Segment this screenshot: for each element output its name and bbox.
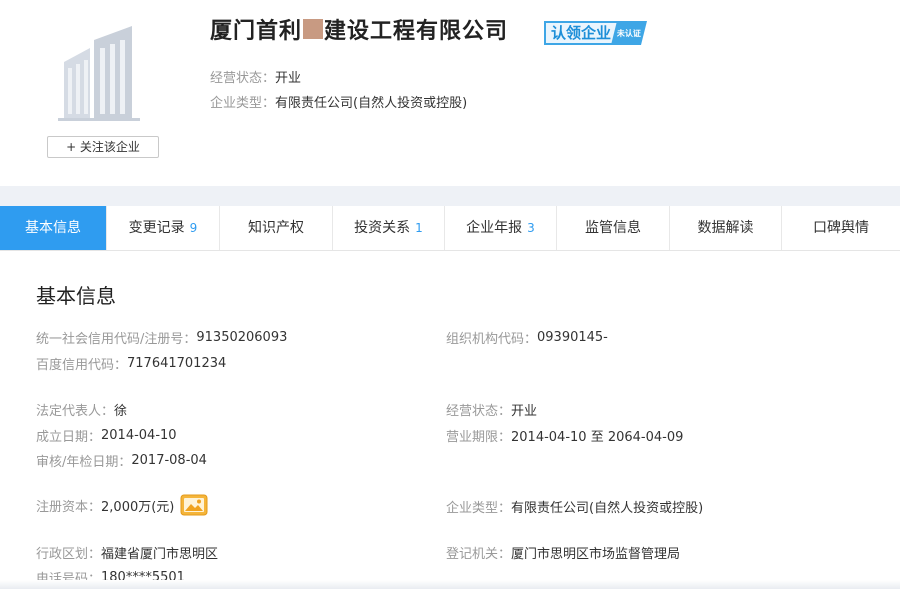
capital-label: 注册资本： [36, 499, 102, 515]
legal-rep-field: 法定代表人：徐 [36, 400, 127, 419]
tab-label: 口碑舆情 [813, 220, 869, 236]
credit-code-field: 统一社会信用代码/注册号： 91350206093 [36, 328, 287, 347]
header-type-label: 企业类型： [210, 96, 276, 111]
authority-value: 厦门市思明区市场监督管理局 [511, 547, 681, 562]
authority-field: 登记机关： 厦门市思明区市场监督管理局 [446, 543, 680, 562]
tab-regulatory[interactable]: 监管信息 [557, 206, 670, 250]
tab-count: 1 [415, 221, 423, 235]
region-label: 行政区划： [36, 547, 102, 562]
tab-label: 企业年报 [466, 220, 523, 236]
op-status-value: 开业 [511, 404, 538, 419]
baidu-code-field: 百度信用代码： 717641701234 [36, 354, 226, 373]
legal-rep-value: 徐 [114, 404, 128, 419]
tab-investment[interactable]: 投资关系 1 [333, 206, 445, 250]
header-status-label: 经营状态： [210, 71, 276, 86]
credit-code-value: 91350206093 [196, 330, 288, 345]
region-value: 福建省厦门市思明区 [101, 547, 219, 562]
founded-value: 2014-04-10 [101, 428, 177, 443]
header-type-value: 有限责任公司(自然人投资或控股) [275, 96, 468, 111]
baidu-code-label: 百度信用代码： [36, 358, 128, 373]
tab-label: 知识产权 [248, 220, 304, 236]
region-field: 行政区划： 福建省厦门市思明区 [36, 543, 218, 562]
capital-field: 注册资本： 2,000万(元) [36, 494, 208, 516]
org-code-label: 组织机构代码： [446, 332, 538, 347]
follow-company-button[interactable]: + 关注该企业 [47, 136, 159, 158]
founded-label: 成立日期： [36, 430, 102, 445]
review-field: 审核/年检日期： 2017-08-04 [36, 451, 207, 470]
term-field: 营业期限： 2014-04-10 至 2064-04-09 [446, 426, 683, 445]
ent-type-value: 有限责任公司(自然人投资或控股) [511, 501, 704, 516]
tab-change-records[interactable]: 变更记录 9 [107, 206, 220, 250]
company-name-prefix: 厦门首利 [210, 19, 303, 44]
header-status-row: 经营状态：开业 [210, 67, 301, 86]
section-title: 基本信息 [36, 284, 116, 308]
claim-badge-label: 认领企业 [544, 21, 618, 45]
review-label: 审核/年检日期： [36, 455, 132, 470]
header-status-value: 开业 [275, 71, 302, 86]
op-status-label: 经营状态： [446, 404, 512, 419]
tab-label: 监管信息 [585, 220, 641, 236]
tab-label: 数据解读 [697, 220, 754, 236]
review-value: 2017-08-04 [131, 453, 207, 468]
op-status-field: 经营状态： 开业 [446, 400, 537, 419]
tab-bar: 基本信息 变更记录 9 知识产权 投资关系 1 企业年报 3 监管信息 数据解读 口碑… [0, 206, 900, 251]
authority-label: 登记机关： [446, 547, 512, 562]
tab-data-analysis[interactable]: 数据解读 [670, 206, 782, 250]
org-code-value: 09390145- [537, 330, 608, 345]
org-code-field: 组织机构代码： 09390145- [446, 328, 608, 347]
claim-tag-label: 未认证 [617, 28, 642, 38]
legal-rep-label: 法定代表人： [36, 404, 115, 419]
ent-type-label: 企业类型： [446, 501, 512, 516]
company-header: + 关注该企业 厦门首利 建设工程有限公司 认领企业 未认证 经营状态：开业 企… [0, 0, 900, 186]
term-label: 营业期限： [446, 430, 512, 445]
company-name-suffix: 建设工程有限公司 [324, 19, 509, 44]
tab-ip[interactable]: 知识产权 [220, 206, 333, 250]
credit-code-label: 统一社会信用代码/注册号： [36, 332, 197, 347]
tab-annual-report[interactable]: 企业年报 3 [445, 206, 557, 250]
claim-tag-icon: 未认证 [611, 21, 648, 45]
divider-band [0, 186, 900, 206]
header-type-row: 企业类型：有限责任公司(自然人投资或控股) [210, 92, 467, 111]
redaction-mask [303, 19, 324, 39]
image-icon[interactable] [180, 494, 208, 516]
tab-basic-info[interactable]: 基本信息 [0, 206, 107, 250]
tab-reputation[interactable]: 口碑舆情 [782, 206, 900, 250]
tab-label: 变更记录 [128, 220, 185, 236]
tab-label: 投资关系 [354, 220, 411, 236]
company-name: 厦门首利 建设工程有限公司 [210, 13, 508, 45]
tab-count: 9 [189, 221, 198, 235]
baidu-code-value: 717641701234 [127, 356, 227, 371]
ent-type-field: 企业类型： 有限责任公司(自然人投资或控股) [446, 497, 703, 516]
bottom-fade [0, 580, 900, 589]
founded-field: 成立日期： 2014-04-10 [36, 426, 177, 445]
tab-label: 基本信息 [25, 220, 81, 236]
tab-count: 3 [527, 221, 535, 235]
term-value: 2014-04-10 至 2064-04-09 [511, 430, 684, 445]
building-icon [50, 18, 158, 126]
capital-value: 2,000万(元) [101, 499, 175, 515]
claim-company-badge[interactable]: 认领企业 未认证 [544, 20, 648, 46]
